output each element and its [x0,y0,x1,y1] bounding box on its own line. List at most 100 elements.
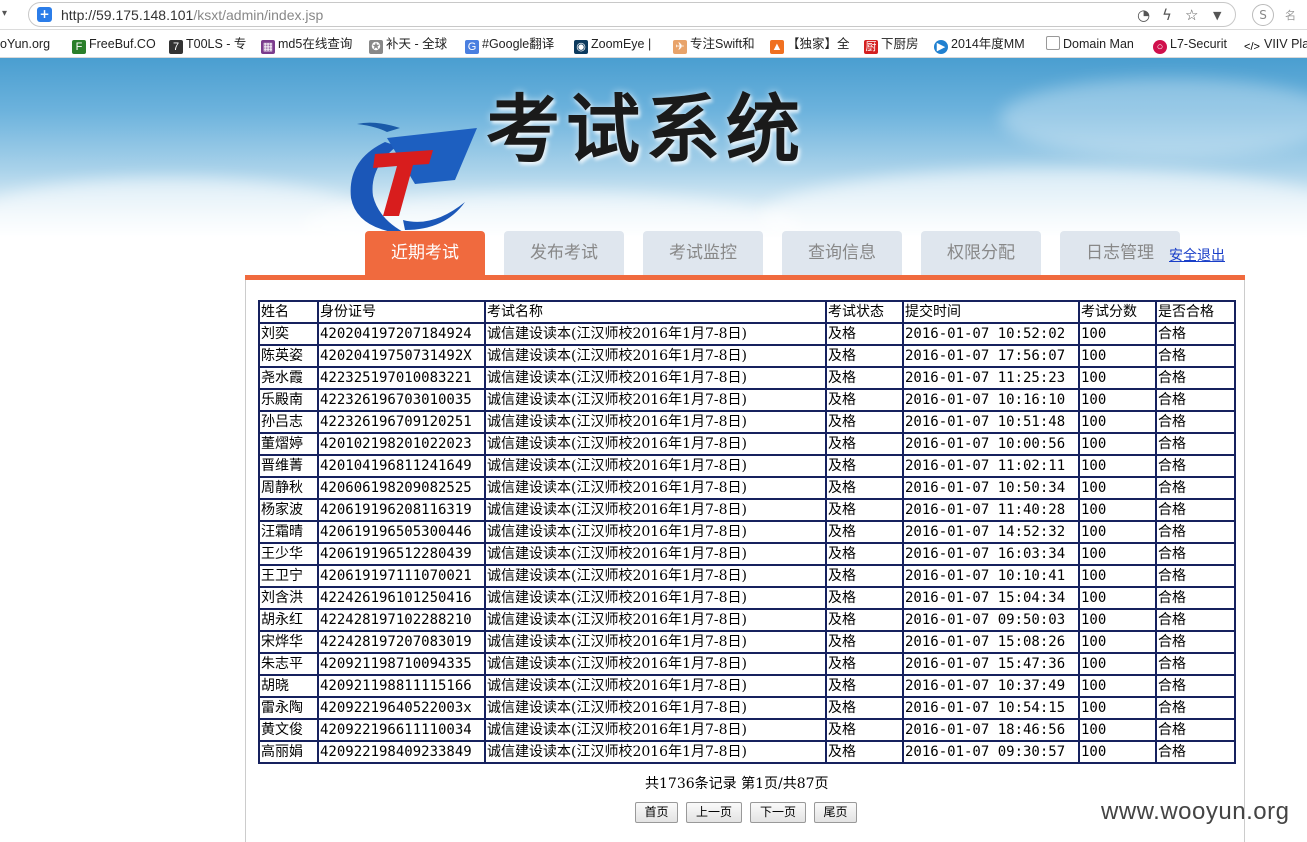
freebuf-icon: F [72,40,86,54]
next-page-button[interactable]: 下一页 [750,802,806,823]
table-body: 刘奕 420204197207184924 诚信建设读本(江汉师校2016年1月7-… [258,322,1236,764]
cell-id-number: 420619196505300446 [317,520,486,544]
cell-name: 乐殿南 [258,388,319,412]
bookmark-item[interactable]: oYun.org [0,34,50,54]
zoomeye-icon: ◉ [574,40,588,54]
bookmark-item[interactable]: ▦ md5在线查询 [261,34,352,54]
cell-exam-name: 诚信建设读本(江汉师校2016年1月7-8日) [484,498,827,522]
cell-id-number: 422325197010083221 [317,366,486,390]
url-field[interactable]: + http://59.175.148.101/ksxt/admin/index… [28,2,1236,27]
table-row: 董熠婷 420102198201022023 诚信建设读本(江汉师校2016年1月7… [258,432,1236,456]
cell-submit-time: 2016-01-07 10:51:48 [902,410,1080,434]
cell-pass: 合格 [1155,674,1236,698]
cell-exam-name: 诚信建设读本(江汉师校2016年1月7-8日) [484,696,827,720]
cell-submit-time: 2016-01-07 10:16:10 [902,388,1080,412]
cell-submit-time: 2016-01-07 09:50:03 [902,608,1080,632]
cell-exam-name: 诚信建设读本(江汉师校2016年1月7-8日) [484,740,827,764]
bookmark-item[interactable]: Domain Man [1046,34,1134,54]
cell-exam-name: 诚信建设读本(江汉师校2016年1月7-8日) [484,630,827,654]
cell-name: 王少华 [258,542,319,566]
cell-name: 刘奕 [258,322,319,346]
cell-exam-name: 诚信建设读本(江汉师校2016年1月7-8日) [484,454,827,478]
cell-name: 胡晓 [258,674,319,698]
bookmark-item[interactable]: G #Google翻译 [465,34,554,54]
cell-score: 100 [1078,608,1157,632]
bookmark-item[interactable]: ✈ 专注Swift和 [673,34,755,54]
tab-log-management[interactable]: 日志管理 [1060,231,1180,276]
tab-publish-exam[interactable]: 发布考试 [504,231,624,276]
chevron-down-icon[interactable]: ▾ [2,8,7,19]
code-icon: </> [1243,40,1261,54]
cell-name: 孙吕志 [258,410,319,434]
cell-exam-status: 及格 [825,586,904,610]
cell-exam-name: 诚信建设读本(江汉师校2016年1月7-8日) [484,476,827,500]
cell-exam-status: 及格 [825,696,904,720]
table-row: 王少华 420619196512280439 诚信建设读本(江汉师校2016年1月7… [258,542,1236,566]
bookmark-item[interactable]: </> VIIV Pla [1243,34,1307,54]
cell-exam-status: 及格 [825,674,904,698]
cell-exam-name: 诚信建设读本(江汉师校2016年1月7-8日) [484,652,827,676]
cell-exam-status: 及格 [825,432,904,456]
cell-exam-status: 及格 [825,520,904,544]
bookmark-item[interactable]: 厨下厨房 [864,34,919,54]
bookmark-item[interactable]: F FreeBuf.CO [72,34,156,54]
play-icon: ▶ [934,40,948,54]
table-row: 胡永红 422428197102288210 诚信建设读本(江汉师校2016年1月7… [258,608,1236,632]
cell-exam-name: 诚信建设读本(江汉师校2016年1月7-8日) [484,344,827,368]
lightning-icon[interactable]: ϟ [1162,6,1172,24]
table-row: 刘含洪 422426196101250416 诚信建设读本(江汉师校2016年1月7… [258,586,1236,610]
header-name: 姓名 [258,300,319,324]
table-row: 陈英姿 42020419750731492X 诚信建设读本(江汉师校2016年1月7… [258,344,1236,368]
tab-recent-exams[interactable]: 近期考试 [365,231,485,276]
cell-id-number: 420606198209082525 [317,476,486,500]
url-text[interactable]: http://59.175.148.101/ksxt/admin/index.j… [61,7,323,23]
cell-exam-name: 诚信建设读本(江汉师校2016年1月7-8日) [484,608,827,632]
cell-exam-name: 诚信建设读本(江汉师校2016年1月7-8日) [484,432,827,456]
header-exam-name: 考试名称 [484,300,827,324]
cell-submit-time: 2016-01-07 17:56:07 [902,344,1080,368]
star-icon[interactable]: ☆ [1185,6,1198,24]
tab-permissions[interactable]: 权限分配 [921,231,1041,276]
bookmark-item[interactable]: ✪ 补天 - 全球 [369,34,447,54]
last-page-button[interactable]: 尾页 [814,802,857,823]
prev-page-button[interactable]: 上一页 [686,802,742,823]
site-info-icon[interactable]: + [37,7,52,22]
cell-id-number: 420921198710094335 [317,652,486,676]
table-row: 乐殿南 422326196703010035 诚信建设读本(江汉师校2016年1月7… [258,388,1236,412]
bookmark-item[interactable]: ◉ ZoomEye | [574,34,651,54]
cell-score: 100 [1078,388,1157,412]
watermark: www.wooyun.org [1101,798,1290,825]
cell-exam-name: 诚信建设读本(江汉师校2016年1月7-8日) [484,520,827,544]
tab-exam-monitor[interactable]: 考试监控 [643,231,763,276]
cell-id-number: 420921198811115166 [317,674,486,698]
cell-id-number: 42020419750731492X [317,344,486,368]
cell-pass: 合格 [1155,322,1236,346]
first-page-button[interactable]: 首页 [635,802,678,823]
pager-info: 共1736条记录 第1页/共87页 [645,776,829,792]
cell-exam-name: 诚信建设读本(江汉师校2016年1月7-8日) [484,586,827,610]
cell-score: 100 [1078,410,1157,434]
cell-pass: 合格 [1155,520,1236,544]
tab-query-info[interactable]: 查询信息 [782,231,902,276]
dropdown-icon[interactable]: ▼ [1213,9,1221,22]
grid-icon: ▦ [261,40,275,54]
logout-link[interactable]: 安全退出 [1169,245,1225,265]
cell-exam-status: 及格 [825,476,904,500]
bookmark-item[interactable]: ▲ 【独家】全 [770,34,850,54]
url-host: http://59.175.148.101 [61,7,194,23]
cell-submit-time: 2016-01-07 10:52:02 [902,322,1080,346]
speed-dial-icon[interactable]: ◔ [1137,6,1150,24]
bookmark-item[interactable]: ○ L7-Securit [1153,34,1227,54]
cell-pass: 合格 [1155,652,1236,676]
cell-name: 雷永陶 [258,696,319,720]
cell-id-number: 420619197111070021 [317,564,486,588]
bookmark-item[interactable]: ▶ 2014年度MM [934,34,1025,54]
header-pass: 是否合格 [1155,300,1236,324]
table-row: 杨家波 420619196208116319 诚信建设读本(江汉师校2016年1月7… [258,498,1236,522]
cell-id-number: 420102198201022023 [317,432,486,456]
cell-exam-name: 诚信建设读本(江汉师校2016年1月7-8日) [484,564,827,588]
extension-icon[interactable]: S [1252,4,1274,26]
cell-exam-name: 诚信建设读本(江汉师校2016年1月7-8日) [484,366,827,390]
cell-exam-name: 诚信建设读本(江汉师校2016年1月7-8日) [484,388,827,412]
bookmark-item[interactable]: 7 T00LS - 专 [169,34,246,54]
